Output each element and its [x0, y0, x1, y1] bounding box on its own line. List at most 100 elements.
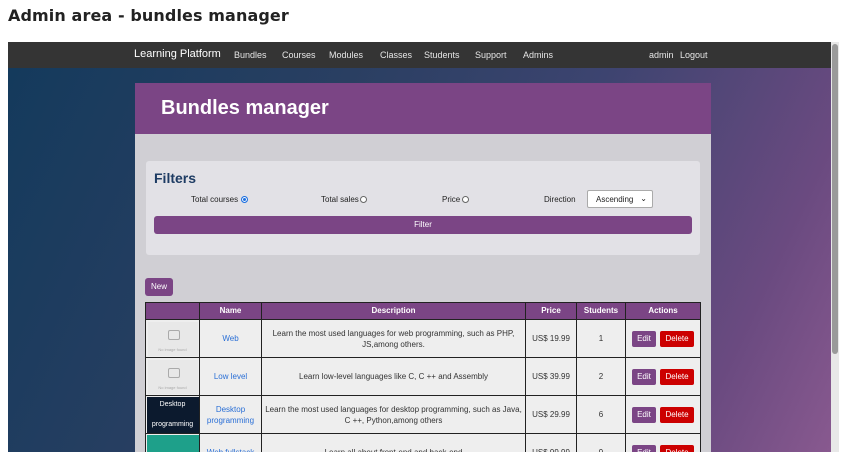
browser-frame: Learning Platform Bundles Courses Module… — [8, 42, 839, 452]
table-row: No image found Web Learn the most used lan… — [145, 320, 701, 358]
table-header: Name Description Price Students Actions — [145, 302, 701, 320]
header-students: Students — [577, 303, 626, 319]
nav-admins[interactable]: Admins — [523, 50, 553, 60]
camera-icon — [167, 329, 180, 340]
bundle-name-link[interactable]: Low level — [214, 371, 247, 382]
cell-name: Low level — [200, 358, 262, 395]
description-line: Learn the most used languages for web pr… — [272, 328, 515, 338]
direction-select[interactable]: Ascending ⌄ — [587, 190, 653, 208]
bundle-name-link[interactable]: Web fullstack — [207, 447, 254, 452]
cell-description: Learn the most used languages for deskto… — [262, 396, 526, 433]
bundle-name-link[interactable]: Web — [222, 333, 238, 344]
bundle-description: Learn all about front-end and back-end — [325, 447, 463, 452]
navbar-brand[interactable]: Learning Platform — [134, 48, 221, 60]
nav-modules[interactable]: Modules — [329, 50, 363, 60]
delete-button[interactable]: Delete — [660, 330, 694, 347]
price-radio[interactable] — [462, 196, 469, 203]
thumbnail-text-line: programming — [151, 420, 194, 428]
direction-value: Ascending — [596, 195, 634, 204]
bundle-name-line: Desktop — [215, 404, 246, 414]
bundle-price: US$ 39.99 — [532, 372, 570, 381]
nav-support[interactable]: Support — [475, 50, 507, 60]
description-line: JS,among others. — [362, 339, 425, 349]
delete-button[interactable]: Delete — [660, 406, 694, 423]
bundle-description: Learn the most used languages for deskto… — [265, 404, 522, 426]
description-line: Learn the most used languages for deskto… — [265, 404, 522, 414]
bundle-price: US$ 99.99 — [532, 447, 570, 452]
cell-thumbnail: No image found — [146, 358, 200, 395]
total-courses-label: Total courses — [191, 195, 239, 204]
nav-classes[interactable]: Classes — [380, 50, 412, 60]
description-line: C ++, Python,among others — [344, 415, 443, 425]
table-row: Web fullstack Learn all about front-end a… — [145, 434, 701, 452]
direction-label: Direction — [544, 195, 576, 204]
card-header: Bundles manager — [135, 83, 711, 134]
price-label: Price — [442, 195, 461, 204]
cell-thumbnail: Desktop programming — [146, 396, 200, 433]
filters-panel: Filters Total courses Total sales Price … — [146, 161, 700, 255]
scrollbar[interactable] — [831, 42, 839, 452]
thumbnail-placeholder: No image found — [147, 359, 198, 394]
cell-thumbnail: No image found — [146, 320, 200, 357]
edit-button[interactable]: Edit — [632, 330, 656, 347]
bundles-card: Bundles manager Filters Total courses To… — [135, 83, 711, 452]
scrollbar-thumb[interactable] — [832, 44, 838, 354]
total-courses-radio[interactable] — [241, 196, 248, 203]
new-bundle-button[interactable]: New — [145, 278, 173, 296]
delete-button[interactable]: Delete — [660, 368, 694, 385]
cell-thumbnail — [146, 434, 200, 452]
nav-logout[interactable]: Logout — [680, 50, 708, 60]
nav-bundles[interactable]: Bundles — [234, 50, 267, 60]
cell-description: Learn all about front-end and back-end — [262, 434, 526, 452]
cell-actions: Edit Delete — [626, 320, 700, 357]
bundle-price: US$ 19.99 — [532, 334, 570, 343]
thumbnail-image — [146, 434, 199, 452]
nav-courses[interactable]: Courses — [282, 50, 316, 60]
header-price: Price — [526, 303, 577, 319]
cell-description: Learn the most used languages for web pr… — [262, 320, 526, 357]
header-description: Description — [262, 303, 526, 319]
total-sales-label: Total sales — [321, 195, 359, 204]
bundle-name-line: programming — [206, 415, 255, 425]
bundle-name-line: Web — [222, 334, 239, 343]
thumbnail-placeholder: No image found — [147, 321, 198, 356]
cell-name: Web — [200, 320, 262, 357]
cell-actions: Edit Delete — [626, 396, 700, 433]
bundle-description: Learn low-level languages like C, C ++ a… — [299, 371, 488, 382]
thumbnail-text-line: Desktop — [159, 400, 186, 408]
description-line: Learn all about front-end and back-end — [325, 448, 463, 452]
total-sales-radio[interactable] — [360, 196, 367, 203]
cell-students: 6 — [577, 396, 626, 433]
bundle-students: 6 — [598, 410, 604, 419]
nav-user[interactable]: admin — [649, 50, 674, 60]
card-title: Bundles manager — [161, 97, 329, 119]
navbar: Learning Platform Bundles Courses Module… — [8, 42, 839, 68]
cell-name: Desktop programming — [200, 396, 262, 433]
page-heading: Admin area - bundles manager — [8, 6, 289, 25]
description-line: Learn low-level languages like C, C ++ a… — [299, 372, 488, 381]
cell-name: Web fullstack — [200, 434, 262, 452]
header-actions: Actions — [648, 306, 678, 315]
delete-button[interactable]: Delete — [660, 444, 694, 452]
cell-actions: Edit Delete — [626, 434, 700, 452]
edit-button[interactable]: Edit — [632, 444, 656, 452]
filters-title: Filters — [154, 170, 197, 186]
thumbnail-caption: No image found — [158, 384, 187, 390]
cell-price: US$ 99.99 — [526, 434, 577, 452]
cell-description: Learn low-level languages like C, C ++ a… — [262, 358, 526, 395]
edit-button[interactable]: Edit — [632, 368, 656, 385]
bundle-name-line: Web fullstack — [207, 448, 254, 452]
edit-button[interactable]: Edit — [632, 406, 656, 423]
bundle-price: US$ 29.99 — [532, 410, 570, 419]
table-row: No image found Low level Learn low-level l… — [145, 358, 701, 396]
cell-students: 9 — [577, 434, 626, 452]
bundle-students: 2 — [598, 372, 604, 381]
table-row: Desktop programming Desktop programming Lear… — [145, 396, 701, 434]
filter-button[interactable]: Filter — [154, 216, 692, 234]
cell-students: 1 — [577, 320, 626, 357]
cell-price: US$ 29.99 — [526, 396, 577, 433]
nav-students[interactable]: Students — [424, 50, 460, 60]
thumbnail-caption: No image found — [158, 346, 187, 352]
bundle-name-link[interactable]: Desktop programming — [207, 404, 254, 426]
bundle-students: 9 — [599, 447, 603, 452]
